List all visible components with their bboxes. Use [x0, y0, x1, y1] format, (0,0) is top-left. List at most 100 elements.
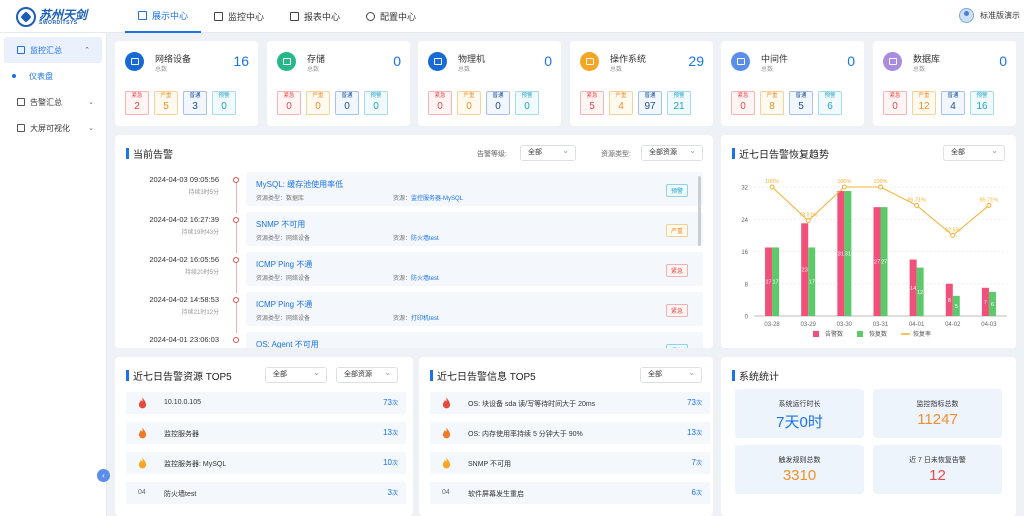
y-tick-label: 0	[745, 315, 749, 321]
item-label: 10.10.0.105	[164, 399, 201, 406]
badge-urgent[interactable]: 紧急 5	[580, 91, 604, 115]
sidebar-item-alarm-summary[interactable]: 告警汇总 ⌄	[0, 89, 106, 115]
alert-level-badge: 预警	[665, 184, 688, 197]
stat-label: 监控指标总数	[916, 401, 959, 408]
list-item[interactable]: 监控服务器 13次	[126, 422, 406, 444]
badge-normal[interactable]: 普通 0	[486, 91, 510, 115]
alerts-scrollbar[interactable]	[698, 176, 701, 246]
alert-card[interactable]: ICMP Ping 不通 资源类型：网络设备 资源：打印机test 紧急	[246, 292, 703, 326]
item-count: 6次	[691, 488, 702, 497]
list-item[interactable]: 监控服务器: MySQL 10次	[126, 452, 406, 474]
badge-value: 3	[192, 101, 198, 113]
alert-title[interactable]: ICMP Ping 不通	[256, 259, 312, 270]
alert-card[interactable]: ICMP Ping 不通 资源类型：网络设备 资源：防火墙test 紧急	[246, 252, 703, 286]
badge-urgent[interactable]: 紧急 0	[731, 91, 755, 115]
badge-severe[interactable]: 严重 4	[609, 91, 633, 115]
nav-tab-2[interactable]: 报表中心	[277, 0, 353, 33]
stat-card[interactable]: 数据库 总数 0 紧急 0 严重 12 普通 4 预警 16	[873, 41, 1016, 126]
badge-normal[interactable]: 普通 5	[789, 91, 813, 115]
sidebar-item-dashboard[interactable]: 仪表盘	[0, 63, 106, 89]
stat-card[interactable]: 存储 总数 0 紧急 0 严重 0 普通 0 预警 0	[267, 41, 410, 126]
badge-urgent[interactable]: 紧急 0	[277, 91, 301, 115]
badge-warning[interactable]: 预警 0	[364, 91, 388, 115]
badge-normal[interactable]: 普通 0	[335, 91, 359, 115]
rate-label: 100%	[765, 179, 779, 185]
sidebar-item-monitor-summary[interactable]: 监控汇总 ⌃	[4, 37, 102, 63]
badge-severe[interactable]: 严重 0	[457, 91, 481, 115]
sidebar: 监控汇总 ⌃ 仪表盘 告警汇总 ⌄ 大屏可视化 ⌄	[0, 33, 107, 516]
nav-tab-0[interactable]: 展示中心	[125, 0, 202, 33]
item-count: 13次	[383, 428, 398, 437]
alert-card[interactable]: SNMP 不可用 资源类型：网络设备 资源：防火墙test 严重	[246, 212, 703, 246]
brand-name: 苏州天剑	[39, 7, 88, 22]
list-item[interactable]: OS: 内存使用率持续 5 分钟大于 90% 13次	[430, 422, 710, 444]
stat-card[interactable]: 操作系统 总数 29 紧急 5 严重 4 普通 97 预警 21	[570, 41, 713, 126]
badge-normal[interactable]: 普通 4	[941, 91, 965, 115]
badge-label: 严重	[615, 92, 627, 99]
list-item[interactable]: OS: 块设备 sda 读/写等待时间大于 20ms 73次	[430, 392, 710, 414]
list-item[interactable]: 10.10.0.105 73次	[126, 392, 406, 414]
data-label: 31	[845, 252, 851, 258]
legend-swatch	[857, 331, 863, 337]
badge-warning[interactable]: 预警 6	[818, 91, 842, 115]
legend-label: 告警数	[825, 330, 843, 338]
alert-title[interactable]: MySQL: 缓存池使用率低	[256, 179, 343, 190]
badge-urgent[interactable]: 紧急 0	[428, 91, 452, 115]
y-tick-label: 32	[741, 186, 748, 192]
badge-urgent[interactable]: 紧急 0	[883, 91, 907, 115]
badge-value: 0	[344, 101, 350, 113]
collapse-sidebar-button[interactable]: ‹	[97, 469, 110, 482]
badge-label: 普通	[947, 92, 959, 99]
list-item[interactable]: 04 防火墙test 3次	[126, 482, 406, 504]
alert-item: 2024-04-03 09:05:56 持续3时5分 MySQL: 缓存池使用率低资…	[126, 172, 704, 213]
chevron-down-icon: ⌄	[88, 125, 94, 132]
item-count: 7次	[691, 458, 702, 467]
badge-severe[interactable]: 严重 12	[912, 91, 936, 115]
brand-logo[interactable]: 苏州天剑 SWORDITSYS	[16, 6, 96, 28]
nav-tab-3[interactable]: 配置中心	[353, 0, 429, 33]
nav-tab-label: 展示中心	[152, 11, 189, 21]
resources-type-select[interactable]: 全部资源	[336, 366, 398, 383]
alert-card[interactable]: OS: Agent 不可用紧急	[246, 332, 703, 348]
badge-warning[interactable]: 预警 0	[515, 91, 539, 115]
alert-card[interactable]: MySQL: 缓存池使用率低 资源类型：数据库 资源：监控服务器-MySQL 预警	[246, 172, 703, 206]
alert-title[interactable]: SNMP 不可用	[256, 219, 305, 230]
user-menu[interactable]: 标准版演示	[959, 8, 1020, 23]
badge-value: 0	[466, 101, 472, 113]
item-count: 10次	[383, 458, 398, 467]
alert-level-badge: 严重	[665, 224, 688, 237]
stat-total: 16	[233, 53, 249, 69]
badge-normal[interactable]: 普通 97	[638, 91, 662, 115]
badge-warning[interactable]: 预警 16	[970, 91, 994, 115]
panel-title: 近七日告警信息 TOP5	[430, 368, 536, 383]
badge-value: 12	[918, 101, 930, 113]
alert-item: 2024-04-02 16:27:39 持续19时43分 SNMP 不可用 资源类型：…	[126, 212, 704, 253]
badge-label: 严重	[766, 92, 778, 99]
stat-card[interactable]: 物理机 总数 0 紧急 0 严重 0 普通 0 预警 0	[418, 41, 561, 126]
badge-severe[interactable]: 严重 0	[306, 91, 330, 115]
sidebar-item-big-screen[interactable]: 大屏可视化 ⌄	[0, 115, 106, 141]
alert-title[interactable]: ICMP Ping 不通	[256, 299, 312, 310]
badge-label: 预警	[673, 92, 685, 99]
report-icon	[290, 12, 300, 21]
nav-tab-1[interactable]: 监控中心	[201, 0, 277, 33]
badge-warning[interactable]: 预警 21	[667, 91, 691, 115]
badge-severe[interactable]: 严重 5	[154, 91, 178, 115]
gear-icon	[366, 12, 376, 21]
badge-normal[interactable]: 普通 3	[183, 91, 207, 115]
top-info-panel: 近七日告警信息 TOP5 全部 OS: 块设备 sda 读/写等待时间大于 20…	[419, 357, 713, 516]
stat-card[interactable]: 中间件 总数 0 紧急 0 严重 8 普通 5 预警 6	[721, 41, 864, 126]
list-item[interactable]: 04 软件屏幕发生重启 6次	[430, 482, 710, 504]
alert-duration: 持续1天13时5分	[126, 347, 219, 348]
badge-warning[interactable]: 预警 0	[212, 91, 236, 115]
stat-value: 7天0时	[776, 414, 823, 431]
resources-filter-select[interactable]: 全部	[265, 366, 327, 383]
system-stat: 监控指标总数 11247	[873, 389, 1002, 438]
panel-title: 近七日告警资源 TOP5	[126, 368, 232, 383]
stat-card[interactable]: 网络设备 总数 16 紧急 2 严重 5 普通 3 预警 0	[115, 41, 258, 126]
list-item[interactable]: SNMP 不可用 7次	[430, 452, 710, 474]
alert-title[interactable]: OS: Agent 不可用	[256, 339, 319, 348]
badge-severe[interactable]: 严重 8	[760, 91, 784, 115]
badge-urgent[interactable]: 紧急 2	[125, 91, 149, 115]
info-filter-select[interactable]: 全部	[640, 366, 702, 383]
